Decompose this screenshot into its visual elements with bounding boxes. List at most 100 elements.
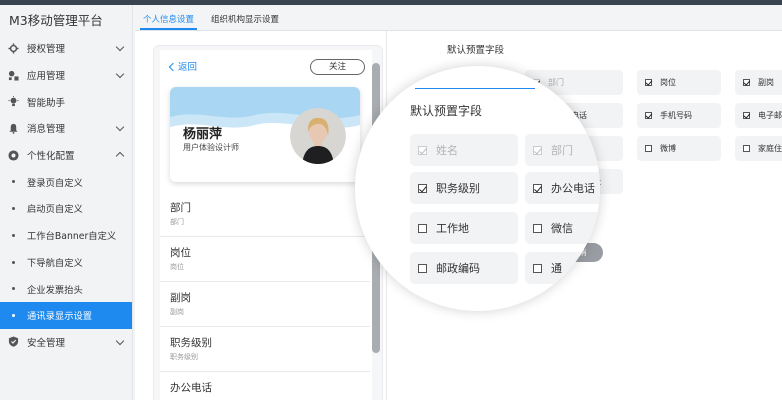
chip-label: 手机号码 [660,111,692,120]
gear-icon [8,43,19,54]
sidebar-item-label: 个性化配置 [27,151,75,163]
sidebar-subitem-bottom-nav[interactable]: 下导航自定义 [0,249,132,276]
tab-divider [135,30,782,31]
checkbox[interactable] [418,145,427,155]
checkbox[interactable] [533,183,542,193]
field-chip-mobile[interactable]: 手机号码 [637,103,721,128]
profile-field-department: 部门 部门 [160,192,370,237]
bullet-icon [12,287,15,291]
chevron-left-icon [168,62,178,72]
sidebar-subitem-invoice-header[interactable]: 企业发票抬头 [0,275,132,302]
tab-bar: 个人信息设置 组织机构显示设置 [140,12,293,30]
chip-label: 副岗 [758,78,774,87]
mag-chip-job-level[interactable]: 职务级别 [410,172,518,204]
bullet-icon [12,233,15,237]
sidebar-item-apps[interactable]: 应用管理 [0,62,132,89]
field-label: 部门 [170,202,191,214]
sidebar-subitem-label: 下导航自定义 [27,257,83,269]
sidebar-item-assistant[interactable]: 智能助手 [0,88,132,115]
checkbox[interactable] [645,79,652,86]
checkbox[interactable] [533,223,542,233]
sidebar-subitem-login-page[interactable]: 登录页自定义 [0,168,132,195]
bulb-icon [8,96,19,107]
mag-chip-department[interactable]: 部门 [525,134,600,166]
sidebar-item-security[interactable]: 安全管理 [0,329,132,356]
field-value: 职务级别 [170,353,198,361]
mag-chip-name[interactable]: 姓名 [410,134,518,166]
checkbox[interactable] [418,183,427,193]
profile-card: 杨丽萍 用户体验设计师 [170,87,360,182]
field-chip-home-address[interactable]: 家庭住 [735,136,782,161]
palette-icon [8,150,19,161]
field-chip-weibo[interactable]: 微博 [637,136,721,161]
chip-label: 办公电话 [551,182,595,195]
mag-chip-office-phone[interactable]: 办公电话 [525,172,600,204]
chip-label: 邮政编码 [436,262,480,275]
checkbox[interactable] [743,79,750,86]
checkbox[interactable] [645,145,652,152]
profile-field-secondary-position: 副岗 副岗 [160,282,370,327]
section-title: 默认预置字段 [447,45,505,56]
avatar [290,108,346,164]
chevron-down-icon [115,122,125,132]
field-value: 部门 [170,218,184,226]
checkbox[interactable] [533,263,542,273]
bullet-icon [12,313,15,317]
checkbox[interactable] [533,145,542,155]
profile-field-position: 岗位 岗位 [160,237,370,282]
field-chip-email[interactable]: 电子邮 [735,103,782,128]
field-label: 岗位 [170,247,191,259]
sidebar-subitem-label: 通讯录显示设置 [27,311,93,323]
sidebar-item-auth[interactable]: 授权管理 [0,35,132,62]
field-value: 岗位 [170,263,184,271]
field-label: 职务级别 [170,337,212,349]
sidebar-subitem-label: 登录页自定义 [27,177,83,189]
bell-icon [9,123,18,134]
app-title: M3移动管理平台 [9,13,103,28]
profile-field-office-phone: 办公电话 [160,372,370,400]
mag-chip-postal-code[interactable]: 邮政编码 [410,252,518,284]
chip-label: 微信 [551,222,573,235]
mag-chip-work-location[interactable]: 工作地 [410,212,518,244]
mag-chip-wechat[interactable]: 微信 [525,212,600,244]
chip-label: 部门 [551,144,573,157]
sidebar: M3移动管理平台 授权管理 应用管理 智能助手 消息管理 个性化配置 登录页自定… [0,5,133,400]
shield-icon [8,336,19,348]
magnifier-accent-line [415,88,535,89]
sidebar-subitem-workbench-banner[interactable]: 工作台Banner自定义 [0,222,132,249]
tab-org-display[interactable]: 组织机构显示设置 [208,12,282,30]
sidebar-item-personalization[interactable]: 个性化配置 [0,142,132,169]
profile-field-job-level: 职务级别 职务级别 [160,327,370,372]
field-chip-position[interactable]: 岗位 [637,70,721,95]
mag-chip-address[interactable]: 通 [525,252,600,284]
sidebar-subitem-label: 工作台Banner自定义 [27,231,117,243]
chip-label: 姓名 [436,144,458,157]
sidebar-subitem-contacts-display[interactable]: 通讯录显示设置 [0,301,132,329]
checkbox[interactable] [418,263,427,273]
bullet-icon [12,260,15,264]
sidebar-subitem-label: 启动页自定义 [27,204,83,216]
profile-name: 杨丽萍 [183,127,223,142]
bullet-icon [12,207,15,211]
field-label: 办公电话 [170,382,212,394]
tab-personal-info[interactable]: 个人信息设置 [140,12,198,30]
chip-label: 职务级别 [436,182,480,195]
follow-button[interactable]: 关注 [310,59,365,75]
sidebar-item-label: 安全管理 [27,337,66,349]
field-chip-secondary-position[interactable]: 副岗 [735,70,782,95]
checkbox[interactable] [418,223,427,233]
checkbox[interactable] [743,145,750,152]
checkbox[interactable] [743,112,750,119]
checkbox[interactable] [645,112,652,119]
sidebar-item-label: 授权管理 [27,44,66,56]
sidebar-item-label: 消息管理 [27,124,66,136]
back-link[interactable]: 返回 [168,59,197,73]
sidebar-item-label: 应用管理 [27,71,66,83]
magnifier-title: 默认预置字段 [410,104,483,118]
chip-label: 部门 [548,78,564,87]
chip-label: 岗位 [660,78,676,87]
sidebar-subitem-launch-page[interactable]: 启动页自定义 [0,195,132,222]
sidebar-item-messages[interactable]: 消息管理 [0,115,132,142]
field-label: 副岗 [170,292,191,304]
chip-label: 工作地 [436,222,469,235]
